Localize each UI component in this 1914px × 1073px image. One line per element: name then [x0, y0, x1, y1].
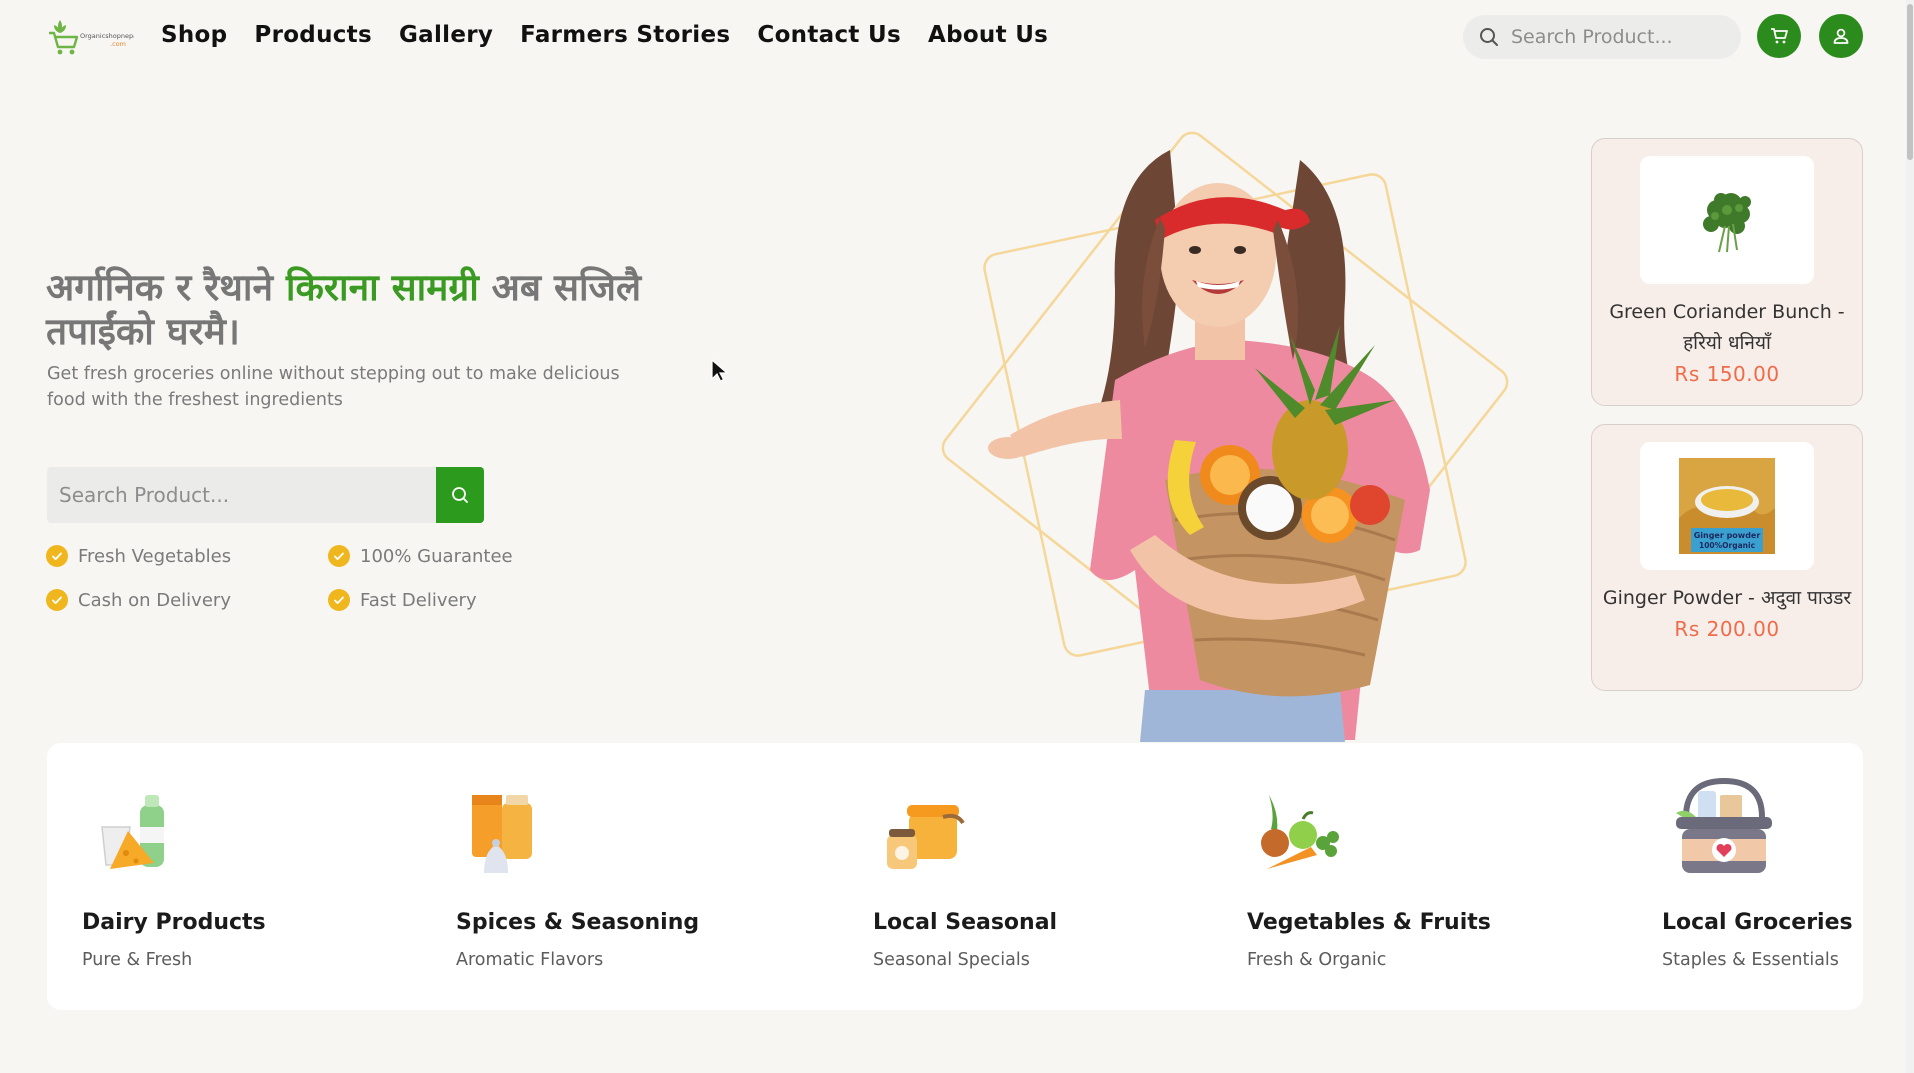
- mouse-cursor-icon: [711, 359, 729, 382]
- product-info: Ginger Powder - अदुवा पाउडर Rs 200.00: [1602, 583, 1852, 645]
- cart-icon: [1771, 28, 1788, 44]
- check-circle-icon: [328, 545, 350, 567]
- hero-search-box: [47, 467, 484, 523]
- dairy-icon: [101, 795, 164, 869]
- product-name: Green Coriander Bunch - हरियो धनियाँ: [1609, 301, 1845, 354]
- feature-label: Fresh Vegetables: [78, 545, 232, 567]
- product-info: Green Coriander Bunch - हरियो धनियाँ Rs …: [1602, 297, 1852, 390]
- header-search-input[interactable]: [1511, 26, 1721, 48]
- svg-text:.com: .com: [110, 40, 126, 48]
- svg-text:Organicshopnepal: Organicshopnepal: [80, 32, 134, 40]
- grocery-basket-icon: [1676, 777, 1772, 873]
- page-scrollbar[interactable]: [1906, 0, 1914, 1073]
- product-thumbnail: [1640, 156, 1814, 284]
- feature-list: Fresh Vegetables 100% Guarantee Cash on …: [46, 544, 546, 612]
- product-card[interactable]: Ginger powder 100%Organic Ginger Powder …: [1591, 424, 1863, 691]
- category-strip: Dairy Products Pure & Fresh Spices & Sea…: [47, 743, 1863, 1010]
- category-subtitle: Fresh & Organic: [1247, 950, 1387, 970]
- feature-item: Fast Delivery: [328, 588, 546, 612]
- page: Organicshopnepal .com Shop Products Gall…: [0, 0, 1914, 1073]
- main-nav: Shop Products Gallery Farmers Stories Co…: [161, 22, 1048, 48]
- category-name: Local Groceries: [1662, 910, 1853, 935]
- user-account-button[interactable]: [1819, 14, 1863, 58]
- feature-item: 100% Guarantee: [328, 544, 546, 568]
- hero-woman-with-basket-image: [941, 131, 1509, 742]
- svg-text:100%Organic: 100%Organic: [1699, 541, 1755, 550]
- cart-button[interactable]: [1757, 14, 1801, 58]
- feature-item: Cash on Delivery: [46, 588, 328, 612]
- hero-subtitle: Get fresh groceries online without stepp…: [47, 364, 620, 410]
- scrollbar-thumb[interactable]: [1907, 4, 1913, 160]
- category-subtitle: Seasonal Specials: [873, 950, 1030, 970]
- check-circle-icon: [46, 545, 68, 567]
- hero-title-highlight: किराना सामग्री: [285, 266, 479, 309]
- search-icon: [1480, 28, 1498, 46]
- nav-products[interactable]: Products: [254, 22, 372, 48]
- feature-label: Fast Delivery: [360, 589, 477, 611]
- seasonal-jars-icon: [887, 805, 965, 869]
- site-logo[interactable]: Organicshopnepal .com: [46, 16, 134, 58]
- feature-label: Cash on Delivery: [78, 589, 231, 611]
- site-header: Organicshopnepal .com Shop Products Gall…: [0, 0, 1914, 78]
- nav-shop[interactable]: Shop: [161, 22, 227, 48]
- spices-icon: [472, 795, 532, 873]
- product-thumbnail: Ginger powder 100%Organic: [1640, 442, 1814, 570]
- category-subtitle: Staples & Essentials: [1662, 950, 1839, 970]
- hero-title-part1: अर्गानिक र रैथाने: [46, 266, 286, 309]
- category-vegetables-fruits[interactable]: Vegetables & Fruits Fresh & Organic: [1247, 743, 1491, 1010]
- category-dairy-products[interactable]: Dairy Products Pure & Fresh: [82, 743, 282, 1010]
- feature-item: Fresh Vegetables: [46, 544, 328, 568]
- category-name: Local Seasonal: [873, 910, 1058, 935]
- ginger-powder-image: Ginger powder 100%Organic: [1679, 458, 1775, 554]
- category-local-seasonal[interactable]: Local Seasonal Seasonal Specials: [873, 743, 1073, 1010]
- svg-text:Ginger powder: Ginger powder: [1694, 531, 1761, 540]
- feature-label: 100% Guarantee: [360, 545, 513, 567]
- product-name: Ginger Powder - अदुवा पाउडर: [1602, 587, 1852, 609]
- hero-search-button[interactable]: [436, 467, 484, 523]
- hero-search-input[interactable]: [47, 467, 436, 523]
- coriander-image: [1703, 193, 1751, 253]
- product-price: Rs 150.00: [1674, 362, 1780, 386]
- category-local-groceries[interactable]: Local Groceries Staples & Essentials: [1662, 743, 1853, 1010]
- product-card[interactable]: Green Coriander Bunch - हरियो धनियाँ Rs …: [1591, 138, 1863, 406]
- category-name: Vegetables & Fruits: [1247, 910, 1491, 935]
- check-circle-icon: [328, 589, 350, 611]
- category-name: Spices & Seasoning: [456, 910, 700, 935]
- category-spices-seasoning[interactable]: Spices & Seasoning Aromatic Flavors: [456, 743, 700, 1010]
- category-subtitle: Pure & Fresh: [82, 950, 193, 970]
- header-search-box[interactable]: [1463, 15, 1741, 59]
- user-icon: [1833, 28, 1849, 44]
- nav-contact-us[interactable]: Contact Us: [757, 22, 901, 48]
- check-circle-icon: [46, 589, 68, 611]
- category-subtitle: Aromatic Flavors: [456, 950, 604, 970]
- nav-gallery[interactable]: Gallery: [399, 22, 493, 48]
- search-icon: [452, 487, 468, 503]
- product-price: Rs 200.00: [1674, 617, 1780, 641]
- nav-farmers-stories[interactable]: Farmers Stories: [520, 22, 730, 48]
- vegetables-icon: [1261, 795, 1339, 869]
- hero-title: अर्गानिक र रैथाने किराना सामग्री अब सजिल…: [46, 266, 666, 354]
- nav-about-us[interactable]: About Us: [928, 22, 1048, 48]
- category-name: Dairy Products: [82, 910, 266, 935]
